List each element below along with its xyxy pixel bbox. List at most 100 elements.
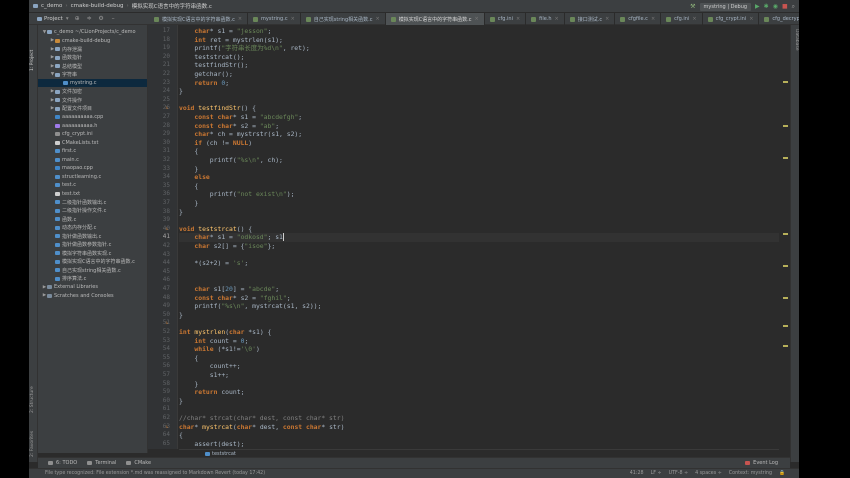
line-number[interactable]: 33: [150, 165, 170, 174]
code-line[interactable]: }: [179, 165, 779, 174]
run-icon[interactable]: ▶: [755, 3, 760, 10]
tree-item[interactable]: ▼ 字符串: [38, 71, 147, 79]
line-number[interactable]: 56: [150, 362, 170, 371]
tree-item[interactable]: 指针做函数输出.c: [38, 232, 147, 240]
code-line[interactable]: int mystrlen(char *s1) {: [179, 328, 779, 337]
code-line[interactable]: {: [179, 354, 779, 363]
line-number[interactable]: 30: [150, 139, 170, 148]
tree-item[interactable]: ▶ 内存泄漏: [38, 45, 147, 53]
code-line[interactable]: char* s1 = "odkosd"; s1: [179, 233, 779, 242]
warning-marker[interactable]: [783, 125, 788, 127]
code-line[interactable]: char* mystrcat(char* dest, const char* s…: [179, 423, 779, 432]
line-number[interactable]: 34: [150, 173, 170, 182]
tree-item[interactable]: 二级指针函数输出.c: [38, 198, 147, 206]
warning-marker[interactable]: [783, 345, 788, 347]
tree-item[interactable]: first.c: [38, 147, 147, 155]
line-number[interactable]: 19: [150, 44, 170, 53]
line-number[interactable]: 57: [150, 371, 170, 380]
search-icon[interactable]: ⌕: [792, 3, 795, 11]
tree-item[interactable]: mystring.c: [38, 79, 147, 87]
line-number[interactable]: 23: [150, 79, 170, 88]
line-number[interactable]: 61: [150, 405, 170, 414]
tree-item[interactable]: aaaaaaaaaa.cpp: [38, 113, 147, 121]
code-line[interactable]: char s2[] = {"isoe"};: [179, 242, 779, 251]
debug-icon[interactable]: ✱: [764, 3, 769, 10]
line-number[interactable]: 55: [150, 354, 170, 363]
gear-icon[interactable]: ⚙: [98, 15, 105, 22]
implements-icon[interactable]: ↳: [165, 105, 168, 110]
line-number[interactable]: 35: [150, 182, 170, 191]
close-icon[interactable]: ×: [749, 16, 753, 22]
close-icon[interactable]: ×: [605, 16, 609, 22]
tree-item[interactable]: ▼ c_demo ~/CLionProjects/c_demo: [38, 28, 147, 36]
stop-icon[interactable]: ■: [782, 3, 788, 10]
line-number[interactable]: 49: [150, 302, 170, 311]
tree-item[interactable]: 指针做函数参数指针.c: [38, 241, 147, 249]
line-number[interactable]: 60: [150, 397, 170, 406]
tree-item[interactable]: ▶ 总结模型: [38, 62, 147, 70]
tree-item[interactable]: 自己实现string相关函数.c: [38, 266, 147, 274]
code-editor[interactable]: char* s1 = "jesson"; int ret = mystrlen(…: [179, 25, 779, 449]
line-number[interactable]: 62: [150, 414, 170, 423]
code-line[interactable]: }: [179, 380, 779, 389]
close-icon[interactable]: ×: [516, 16, 520, 22]
line-number[interactable]: 65: [150, 440, 170, 449]
code-line[interactable]: char* s1 = "jesson";: [179, 27, 779, 36]
tree-item[interactable]: ▶ External Libraries: [38, 283, 147, 291]
code-line[interactable]: int ret = mystrlen(s1);: [179, 36, 779, 45]
code-line[interactable]: else: [179, 173, 779, 182]
code-line[interactable]: void testfindStr() {: [179, 104, 779, 113]
tree-item[interactable]: 动态内存分配.c: [38, 224, 147, 232]
event-log-button[interactable]: Event Log: [745, 460, 778, 466]
warning-marker[interactable]: [783, 81, 788, 83]
line-number[interactable]: 22: [150, 70, 170, 79]
line-number[interactable]: 64: [150, 431, 170, 440]
code-line[interactable]: int count = 0;: [179, 337, 779, 346]
tree-item[interactable]: cfg_crypt.ini: [38, 130, 147, 138]
context-selector[interactable]: Context: mystring: [729, 471, 772, 476]
line-number[interactable]: 43: [150, 251, 170, 260]
editor-tab[interactable]: mystring.c ×: [248, 13, 301, 25]
code-line[interactable]: [179, 251, 779, 260]
line-number[interactable]: 46: [150, 276, 170, 285]
code-line[interactable]: return 0;: [179, 79, 779, 88]
code-line[interactable]: {: [179, 182, 779, 191]
warning-marker[interactable]: [783, 265, 788, 267]
tree-item[interactable]: aaaaaaaaaa.h: [38, 122, 147, 130]
code-line[interactable]: teststrcat();: [179, 53, 779, 62]
line-number[interactable]: 45: [150, 268, 170, 277]
code-line[interactable]: const char* s1 = "abcdefgh";: [179, 113, 779, 122]
line-number[interactable]: 27: [150, 113, 170, 122]
implements-icon[interactable]: ↳: [165, 226, 168, 231]
hammer-icon[interactable]: ⚒: [690, 3, 695, 10]
breadcrumb-item[interactable]: c_demo: [41, 3, 62, 9]
breadcrumb-item[interactable]: cmake-build-debug: [71, 3, 124, 9]
code-line[interactable]: }: [179, 199, 779, 208]
tool-tab-project[interactable]: 1: Project: [30, 31, 37, 71]
editor-tab[interactable]: 接口测试.c ×: [565, 13, 616, 25]
error-stripe[interactable]: [780, 25, 790, 449]
code-line[interactable]: char* ch = mystrstr(s1, s2);: [179, 130, 779, 139]
line-number[interactable]: 47: [150, 285, 170, 294]
line-number[interactable]: 36: [150, 190, 170, 199]
line-number[interactable]: 44: [150, 259, 170, 268]
close-icon[interactable]: ×: [555, 16, 559, 22]
tree-item[interactable]: 排序算法.c: [38, 275, 147, 283]
line-number[interactable]: 59: [150, 388, 170, 397]
warning-marker[interactable]: [783, 233, 788, 235]
tree-item[interactable]: ▶ 配置文件项目: [38, 105, 147, 113]
tree-item[interactable]: 模拟字符串函数实现.c: [38, 249, 147, 257]
tree-item[interactable]: 模拟实现C语言中的字符串函数.c: [38, 258, 147, 266]
code-line[interactable]: [179, 276, 779, 285]
code-line[interactable]: }: [179, 208, 779, 217]
indent-setting[interactable]: 4 spaces ÷: [695, 471, 722, 476]
line-number[interactable]: 50: [150, 311, 170, 320]
tool-tab-database[interactable]: Database: [792, 29, 799, 59]
warning-marker[interactable]: [783, 325, 788, 327]
code-line[interactable]: testfindStr();: [179, 61, 779, 70]
line-number[interactable]: 54: [150, 345, 170, 354]
tool-tab-structure[interactable]: 2: Structure: [30, 373, 37, 413]
code-line[interactable]: [179, 216, 779, 225]
code-line[interactable]: printf("%s\n", ch);: [179, 156, 779, 165]
code-line[interactable]: if (ch != NULL): [179, 139, 779, 148]
